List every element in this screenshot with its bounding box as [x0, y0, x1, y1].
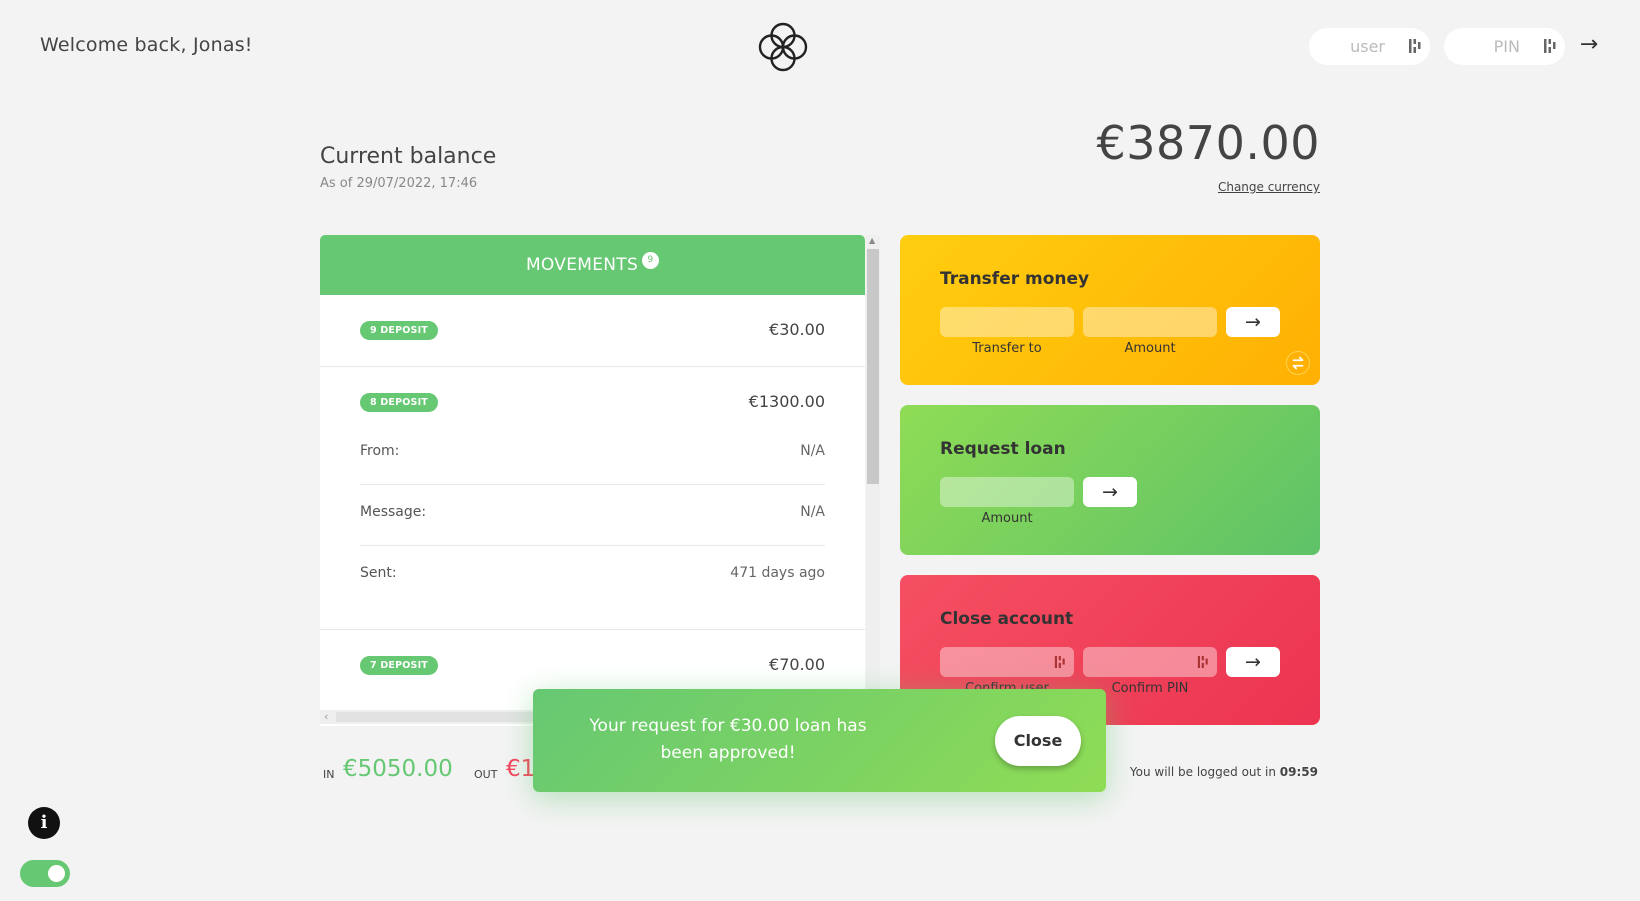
confirm-pin-input[interactable]: [1083, 647, 1217, 677]
loan-title: Request loan: [940, 439, 1066, 459]
toggle-knob: [48, 865, 65, 882]
request-loan-card: Request loan → Amount: [900, 405, 1320, 555]
movements-header: MOVEMENTS 9: [320, 235, 865, 295]
summary-out-label: OUT: [474, 768, 498, 781]
movements-title: MOVEMENTS: [525, 255, 639, 275]
balance-date: As of 29/07/2022, 17:46: [320, 176, 478, 191]
confirm-user-input[interactable]: [940, 647, 1074, 677]
logout-timer: You will be logged out in 09:59: [1130, 765, 1318, 779]
transfer-amount-input[interactable]: [1083, 307, 1217, 337]
toast-message: Your request for €30.00 loan has been ap…: [589, 716, 867, 763]
detail-label: From:: [360, 443, 400, 459]
password-manager-icon[interactable]: [1543, 37, 1557, 55]
toast-close-button[interactable]: Close: [995, 716, 1081, 766]
detail-value: 471 days ago: [730, 565, 825, 581]
login-pin-input[interactable]: PIN: [1444, 28, 1565, 65]
movements-count-badge: 9: [642, 251, 660, 269]
movement-detail-from: From: N/A: [360, 421, 825, 485]
balance-value: €3870.00: [1096, 116, 1320, 170]
movements-vertical-scrollbar[interactable]: ▲: [866, 235, 880, 725]
deposit-badge: 7 DEPOSIT: [360, 656, 438, 675]
movement-amount: €70.00: [769, 655, 825, 674]
movement-row[interactable]: 9 DEPOSIT €30.00: [320, 295, 865, 367]
scroll-left-icon[interactable]: ‹: [324, 710, 328, 723]
movements-panel: MOVEMENTS 9 9 DEPOSIT €30.00 8 DEPOSIT €…: [320, 235, 865, 726]
password-manager-icon[interactable]: [1408, 37, 1422, 55]
top-nav: Welcome back, Jonas! user PIN →: [0, 0, 1640, 92]
scroll-up-icon[interactable]: ▲: [869, 236, 875, 245]
movement-detail-message: Message: N/A: [360, 482, 825, 546]
password-manager-icon[interactable]: [1054, 654, 1066, 670]
loan-amount-input[interactable]: [940, 477, 1074, 507]
logout-timer-text: You will be logged out in: [1129, 765, 1280, 779]
close-account-submit-button[interactable]: →: [1226, 647, 1280, 677]
movement-row-expanded[interactable]: 8 DEPOSIT €1300.00 From: N/A Message: N/…: [320, 367, 865, 630]
theme-toggle[interactable]: [20, 860, 70, 887]
password-manager-icon[interactable]: [1197, 654, 1209, 670]
transfer-to-input[interactable]: [940, 307, 1074, 337]
login-button[interactable]: →: [1575, 30, 1603, 60]
transfer-money-card: Transfer money → Transfer to Amount: [900, 235, 1320, 385]
logout-timer-value: 09:59: [1279, 765, 1318, 779]
login-user-placeholder: user: [1350, 37, 1385, 56]
detail-label: Message:: [360, 504, 427, 520]
transfer-submit-button[interactable]: →: [1226, 307, 1280, 337]
detail-value: N/A: [800, 504, 825, 520]
logo-icon: [758, 22, 808, 72]
summary-in-label: IN: [323, 768, 335, 781]
login-user-input[interactable]: user: [1309, 28, 1430, 65]
movement-detail-sent: Sent: 471 days ago: [360, 543, 825, 607]
scrollbar-thumb[interactable]: [867, 249, 879, 484]
close-title: Close account: [940, 609, 1074, 629]
balance-label: Current balance: [320, 144, 497, 169]
change-currency-link[interactable]: Change currency: [1218, 180, 1320, 194]
transfer-title: Transfer money: [940, 269, 1090, 289]
loan-submit-button[interactable]: →: [1083, 477, 1137, 507]
info-icon[interactable]: i: [28, 807, 60, 839]
detail-label: Sent:: [360, 565, 397, 581]
movement-amount: €30.00: [769, 320, 825, 339]
transfer-to-label: Transfer to: [972, 341, 1042, 356]
deposit-badge: 8 DEPOSIT: [360, 393, 438, 412]
deposit-badge: 9 DEPOSIT: [360, 321, 438, 340]
movement-amount: €1300.00: [748, 392, 825, 411]
loan-amount-label: Amount: [981, 511, 1033, 526]
detail-value: N/A: [800, 443, 825, 459]
transfer-amount-label: Amount: [1124, 341, 1176, 356]
swap-icon[interactable]: [1286, 351, 1310, 375]
welcome-message: Welcome back, Jonas!: [40, 34, 253, 56]
loan-approved-toast: Your request for €30.00 loan has been ap…: [533, 689, 1106, 792]
summary-in-value: €5050.00: [343, 756, 453, 782]
login-pin-placeholder: PIN: [1493, 37, 1520, 56]
